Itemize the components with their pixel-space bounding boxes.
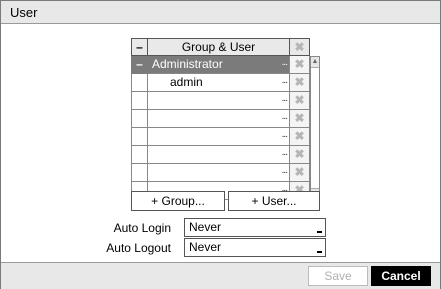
collapse-all-button[interactable]: – [131,38,148,56]
dropdown-icon [317,229,322,233]
dropdown-icon [317,249,322,253]
group-name-cell[interactable]: Administrator... [148,56,290,74]
row-name-cell[interactable]: ... [148,128,290,146]
add-group-button[interactable]: + Group... [131,191,225,211]
edit-ellipsis[interactable]: ... [282,55,288,71]
user-row-admin[interactable]: admin... ✖ [131,74,310,92]
row-collapse-cell [131,128,148,146]
table-row[interactable]: ... ✖ [131,110,310,128]
edit-ellipsis[interactable]: ... [282,91,288,107]
edit-ellipsis[interactable]: ... [282,163,288,179]
table-row[interactable]: ... ✖ [131,92,310,110]
delete-row-icon[interactable]: ✖ [290,110,310,128]
auto-logout-select[interactable]: Never [184,238,326,257]
auto-logout-label: Auto Logout [106,241,171,255]
delete-row-icon[interactable]: ✖ [290,56,310,74]
table-row[interactable]: ... ✖ [131,128,310,146]
user-name-cell[interactable]: admin... [148,74,290,92]
row-name-text: admin [170,75,203,89]
delete-row-icon[interactable]: ✖ [290,146,310,164]
row-name-cell[interactable]: ... [148,164,290,182]
row-collapse-cell [131,74,148,92]
edit-ellipsis[interactable]: ... [282,109,288,125]
auto-login-value: Never [189,220,222,234]
grid-header-title: Group & User [148,38,290,56]
delete-all-icon: ✖ [290,38,310,56]
collapse-group-button[interactable]: – [131,56,148,74]
delete-row-icon[interactable]: ✖ [290,164,310,182]
grid-scrollbar[interactable]: ▲ ▼ [310,56,320,200]
row-name-text: Administrator [152,57,223,71]
add-user-button[interactable]: + User... [228,191,320,211]
delete-row-icon[interactable]: ✖ [290,128,310,146]
row-collapse-cell [131,92,148,110]
auto-login-select[interactable]: Never [184,218,326,237]
save-button[interactable]: Save [308,266,368,286]
cancel-button[interactable]: Cancel [371,266,431,286]
group-user-grid: – Group & User ✖ – Administrator... ✖ ad… [131,38,320,212]
row-collapse-cell [131,164,148,182]
edit-ellipsis[interactable]: ... [282,73,288,89]
dialog-body: – Group & User ✖ – Administrator... ✖ ad… [1,24,440,262]
scroll-up-icon[interactable]: ▲ [311,57,319,68]
edit-ellipsis[interactable]: ... [282,145,288,161]
auto-logout-value: Never [189,240,222,254]
row-name-cell[interactable]: ... [148,92,290,110]
table-row[interactable]: ... ✖ [131,164,310,182]
row-name-cell[interactable]: ... [148,146,290,164]
delete-row-icon[interactable]: ✖ [290,92,310,110]
table-row[interactable]: ... ✖ [131,146,310,164]
group-row-administrator[interactable]: – Administrator... ✖ [131,56,310,74]
row-collapse-cell [131,146,148,164]
edit-ellipsis[interactable]: ... [282,127,288,143]
delete-row-icon[interactable]: ✖ [290,74,310,92]
dialog-footer: Save Cancel [1,262,440,289]
user-dialog: User – Group & User ✖ – Administrator...… [0,0,441,289]
row-collapse-cell [131,110,148,128]
row-name-cell[interactable]: ... [148,110,290,128]
auto-login-label: Auto Login [113,221,171,235]
dialog-title: User [10,5,38,20]
title-bar: User [1,1,440,24]
